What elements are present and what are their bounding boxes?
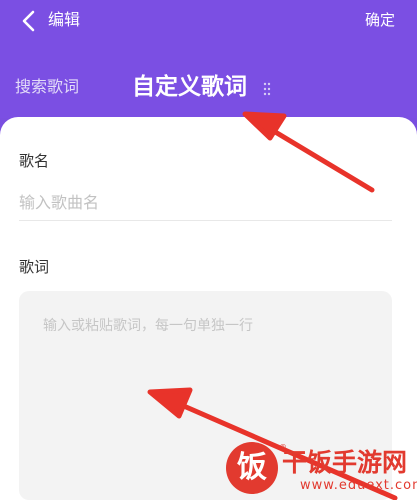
watermark-seal: 饭 — [226, 442, 278, 494]
page-title: 编辑 — [48, 10, 81, 29]
chevron-left-icon[interactable] — [18, 9, 40, 33]
song-name-input[interactable] — [19, 187, 392, 217]
lyrics-label: 歌词 — [19, 258, 50, 276]
tab-custom-lyrics[interactable]: 自定义歌词 — [132, 71, 247, 103]
drag-handle-icon — [263, 82, 271, 96]
divider — [19, 220, 392, 221]
watermark-text: 干饭手游网 — [282, 448, 408, 477]
header-bar: 编辑 确定 搜索歌词 自定义歌词 — [0, 0, 417, 118]
confirm-button[interactable]: 确定 — [365, 9, 395, 31]
watermark-url: www.eduext.com — [300, 478, 417, 493]
tab-search-lyrics[interactable]: 搜索歌词 — [15, 76, 79, 98]
song-name-label: 歌名 — [19, 152, 50, 170]
